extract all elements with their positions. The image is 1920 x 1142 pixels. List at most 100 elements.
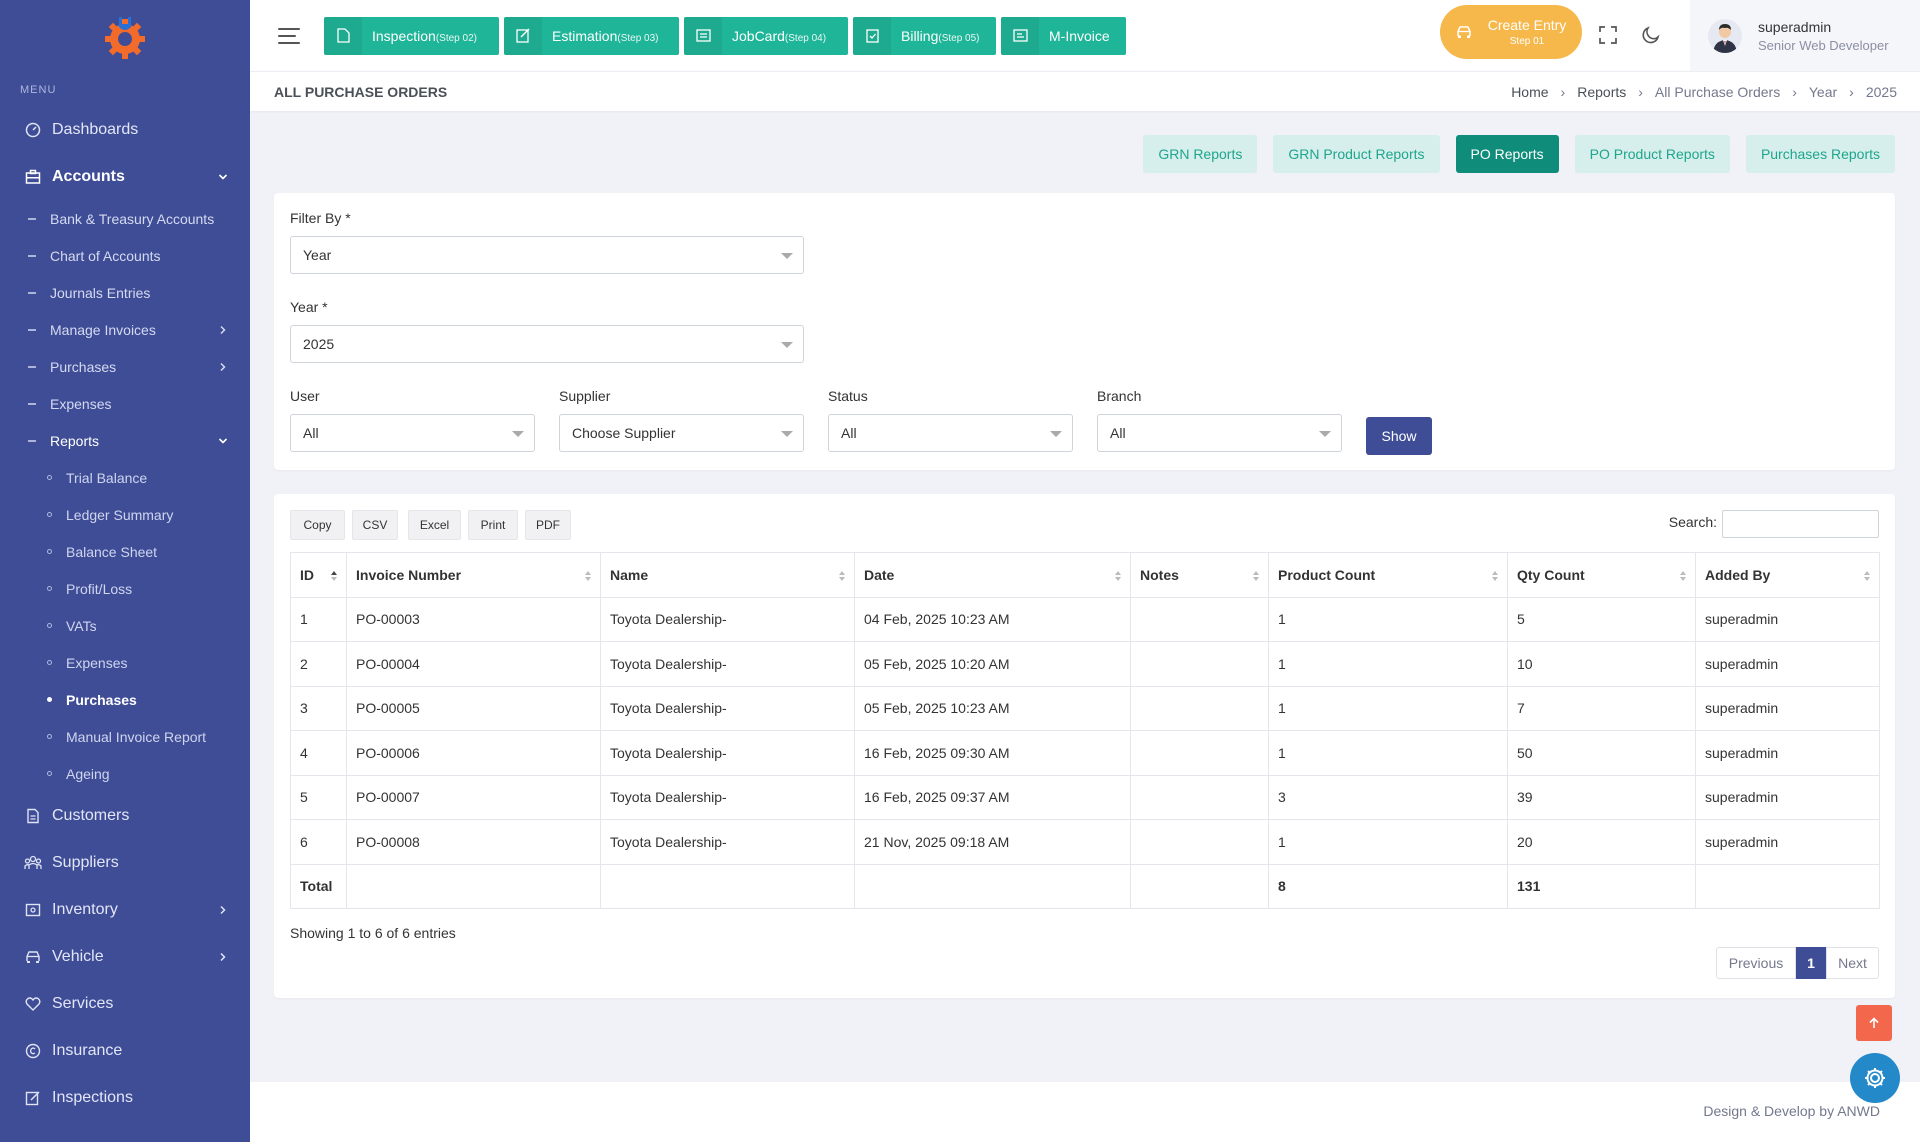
step-label: Estimation: [552, 27, 618, 44]
sidebar-item-label: Suppliers: [52, 853, 119, 871]
sidebar-item-insurance[interactable]: Insurance: [0, 1027, 250, 1074]
cell-invoice-number: PO-00007: [346, 774, 601, 820]
billing-step-button[interactable]: Billing(Step 05): [853, 16, 996, 55]
tab-po-product-reports[interactable]: PO Product Reports: [1574, 135, 1730, 173]
brand-logo[interactable]: [0, 0, 250, 72]
step-number: (Step 04): [784, 32, 827, 44]
breadcrumb-home[interactable]: Home: [1511, 84, 1548, 100]
tab-grn-reports[interactable]: GRN Reports: [1143, 135, 1258, 173]
column-header-id[interactable]: ID: [290, 552, 347, 598]
sidebar-sub-label: Chart of Accounts: [50, 247, 161, 264]
column-header-notes[interactable]: Notes: [1130, 552, 1269, 598]
hamburger-menu-icon[interactable]: [278, 27, 300, 44]
cell-name: Toyota Dealership-: [600, 685, 855, 731]
supplier-value: Choose Supplier: [572, 425, 676, 441]
sidebar-report-expenses[interactable]: Expenses: [0, 644, 250, 681]
sort-icon: [585, 571, 591, 583]
settings-fab-button[interactable]: [1850, 1053, 1900, 1103]
estimation-step-button[interactable]: Estimation(Step 03): [504, 16, 679, 55]
search-input[interactable]: [1722, 510, 1879, 538]
arrow-up-icon: [1869, 1017, 1879, 1028]
sidebar-report-manual-invoice[interactable]: Manual Invoice Report: [0, 718, 250, 755]
m-invoice-button[interactable]: M-Invoice: [1001, 16, 1126, 55]
dark-mode-moon-icon[interactable]: [1640, 24, 1662, 46]
user-label: User: [290, 388, 320, 404]
column-header-name[interactable]: Name: [600, 552, 855, 598]
user-select[interactable]: All: [290, 414, 535, 452]
chevron-right-icon: [218, 325, 228, 335]
sidebar-item-suppliers[interactable]: Suppliers: [0, 839, 250, 886]
sidebar-sub-expenses[interactable]: Expenses: [0, 385, 250, 422]
sidebar-sub-label: Expenses: [50, 395, 112, 412]
sidebar-report-balance-sheet[interactable]: Balance Sheet: [0, 533, 250, 570]
sidebar-item-accounts[interactable]: Accounts: [0, 153, 250, 200]
user-profile-menu[interactable]: superadmin Senior Web Developer: [1690, 0, 1920, 71]
document-icon: [324, 16, 362, 55]
sidebar-item-inspections[interactable]: Inspections: [0, 1074, 250, 1121]
tab-grn-product-reports[interactable]: GRN Product Reports: [1273, 135, 1440, 173]
sidebar-item-dashboards[interactable]: Dashboards: [0, 106, 250, 153]
sidebar-item-services[interactable]: Services: [0, 980, 250, 1027]
user-role: Senior Web Developer: [1758, 37, 1889, 53]
cell-added-by: superadmin: [1695, 685, 1880, 731]
jobcard-step-button[interactable]: JobCard(Step 04): [684, 16, 848, 55]
breadcrumb-year: Year: [1808, 83, 1838, 100]
inspection-step-button[interactable]: Inspection(Step 02): [324, 16, 499, 55]
show-button[interactable]: Show: [1366, 417, 1432, 455]
create-entry-button[interactable]: Create Entry Step 01: [1440, 5, 1582, 59]
table-card: Copy CSV Excel Print PDF Search: ID Invo…: [274, 494, 1895, 998]
sidebar-sub-chart-of-accounts[interactable]: Chart of Accounts: [0, 237, 250, 274]
status-select[interactable]: All: [828, 414, 1073, 452]
column-header-product-count[interactable]: Product Count: [1268, 552, 1508, 598]
copy-button[interactable]: Copy: [290, 510, 345, 540]
column-header-invoice-number[interactable]: Invoice Number: [346, 552, 601, 598]
column-header-qty-count[interactable]: Qty Count: [1507, 552, 1696, 598]
cell-added-by: superadmin: [1695, 774, 1880, 820]
pagination-previous[interactable]: Previous: [1716, 947, 1796, 979]
breadcrumb-all-purchase-orders: All Purchase Orders: [1654, 83, 1781, 100]
tab-purchases-reports[interactable]: Purchases Reports: [1745, 135, 1895, 173]
sidebar-sub-bank-treasury[interactable]: Bank & Treasury Accounts: [0, 200, 250, 237]
footer: Design & Develop by ANWD: [250, 1082, 1920, 1142]
document-icon: [24, 807, 42, 825]
pagination-next[interactable]: Next: [1826, 947, 1879, 979]
gear-logo-icon: [105, 17, 145, 59]
branch-select[interactable]: All: [1097, 414, 1342, 452]
cell-date: 05 Feb, 2025 10:23 AM: [854, 685, 1131, 731]
sidebar-sub-purchases[interactable]: Purchases: [0, 348, 250, 385]
sidebar-report-profit-loss[interactable]: Profit/Loss: [0, 570, 250, 607]
fullscreen-icon[interactable]: [1597, 24, 1619, 46]
csv-button[interactable]: CSV: [352, 510, 398, 540]
copyright-doc-icon: [24, 1042, 42, 1060]
excel-button[interactable]: Excel: [408, 510, 461, 540]
scroll-to-top-button[interactable]: [1856, 1005, 1892, 1041]
supplier-select[interactable]: Choose Supplier: [559, 414, 804, 452]
sidebar-sub-reports[interactable]: Reports: [0, 422, 250, 459]
sidebar-sub-manage-invoices[interactable]: Manage Invoices: [0, 311, 250, 348]
pagination-page-1[interactable]: 1: [1796, 947, 1826, 979]
sidebar-item-vehicle[interactable]: Vehicle: [0, 933, 250, 980]
users-icon: [24, 854, 42, 872]
sidebar-report-purchases[interactable]: Purchases: [0, 681, 250, 718]
year-select[interactable]: 2025: [290, 325, 804, 363]
sidebar-report-ageing[interactable]: Ageing: [0, 755, 250, 792]
sidebar-item-inventory[interactable]: Inventory: [0, 886, 250, 933]
pagination: Previous 1 Next: [1716, 947, 1879, 979]
sidebar-item-customers[interactable]: Customers: [0, 792, 250, 839]
sidebar-sub-journal-entries[interactable]: Journals Entries: [0, 274, 250, 311]
sidebar-report-label: Ledger Summary: [66, 506, 174, 523]
print-button[interactable]: Print: [468, 510, 518, 540]
sidebar-report-ledger-summary[interactable]: Ledger Summary: [0, 496, 250, 533]
sidebar-report-vats[interactable]: VATs: [0, 607, 250, 644]
pdf-button[interactable]: PDF: [525, 510, 571, 540]
sidebar-report-trial-balance[interactable]: Trial Balance: [0, 459, 250, 496]
footer-credit: Design & Develop by ANWD: [1703, 1103, 1880, 1119]
filter-by-value: Year: [303, 247, 332, 263]
tab-po-reports[interactable]: PO Reports: [1455, 135, 1559, 173]
cell-invoice-number: PO-00005: [346, 685, 601, 731]
filter-by-select[interactable]: Year: [290, 236, 804, 274]
sidebar-sub-label: Manage Invoices: [50, 321, 156, 338]
column-header-added-by[interactable]: Added By: [1695, 552, 1880, 598]
breadcrumb-reports[interactable]: Reports: [1577, 84, 1626, 100]
column-header-date[interactable]: Date: [854, 552, 1131, 598]
